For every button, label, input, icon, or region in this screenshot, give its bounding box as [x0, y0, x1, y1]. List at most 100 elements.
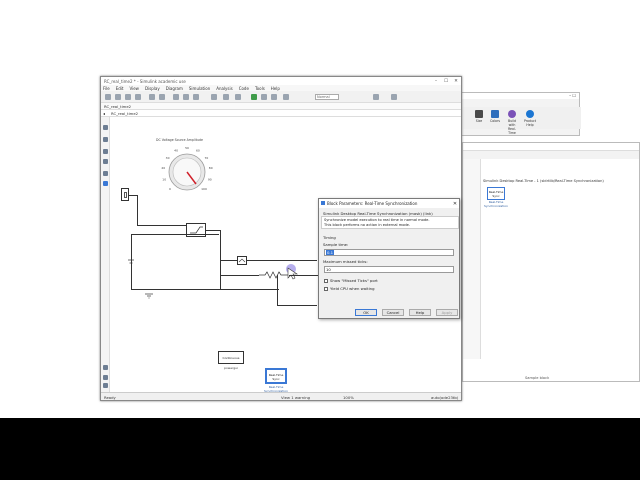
yield-cpu-checkbox[interactable]: Yield CPU when waiting — [324, 286, 374, 291]
image-icon[interactable] — [103, 181, 108, 186]
signal-icon[interactable] — [373, 94, 379, 100]
record-icon[interactable] — [283, 94, 289, 100]
library-tree-panel[interactable] — [463, 159, 481, 359]
knob-tick-label: 30 — [166, 156, 170, 160]
library-rts-label: Real-Time Synchronization — [483, 200, 509, 208]
knob-input-icon — [124, 192, 127, 198]
redo-icon[interactable] — [159, 94, 165, 100]
library-toolbar: Size Colors Build with Real-Time Product… — [461, 107, 581, 135]
help-button[interactable]: Help — [409, 309, 431, 316]
powergui-mode-text: Continuous — [222, 356, 240, 360]
open-icon[interactable] — [115, 94, 121, 100]
status-solver[interactable]: auto(ode23tb) — [431, 395, 458, 400]
powergui-label: powergui — [224, 366, 238, 370]
new-model-icon[interactable] — [105, 94, 111, 100]
menu-edit[interactable]: Edit — [116, 86, 124, 91]
knob-tick-label: 50 — [185, 146, 189, 150]
menu-display[interactable]: Display — [145, 86, 160, 91]
knob-tick-label: 0 — [169, 187, 171, 191]
breadcrumb[interactable]: RC_real_time2 — [111, 111, 138, 116]
menu-tools[interactable]: Tools — [255, 86, 265, 91]
knob-input-block[interactable] — [121, 188, 129, 201]
cancel-button[interactable]: Cancel — [382, 309, 404, 316]
mouse-cursor-icon — [287, 267, 298, 280]
show-missed-ticks-label: Show "Missed Ticks" port — [330, 278, 378, 283]
sample-time-input[interactable]: 0.1 — [324, 249, 454, 256]
size-button[interactable]: Size — [473, 110, 485, 123]
menu-simulation[interactable]: Simulation — [189, 86, 210, 91]
menu-analysis[interactable]: Analysis — [216, 86, 232, 91]
show-missed-ticks-checkbox[interactable]: Show "Missed Ticks" port — [324, 278, 378, 283]
forward-icon[interactable] — [183, 94, 189, 100]
save-icon[interactable] — [125, 94, 131, 100]
build-real-time-button[interactable]: Build with Real-Time — [505, 110, 519, 135]
knob-dashboard-block[interactable]: 0 10 20 30 40 50 60 70 80 90 100 — [155, 141, 219, 201]
minimize-icon[interactable]: – — [431, 79, 441, 84]
hide-palette-icon[interactable] — [103, 383, 108, 388]
library-tree-header[interactable]: Simulink Desktop Real-Time - 1 (sldrtlib… — [483, 179, 604, 183]
colors-button[interactable]: Colors — [489, 110, 501, 123]
max-missed-input[interactable]: 10 — [324, 266, 454, 273]
real-time-sync-block[interactable]: Real-Time Sync — [265, 368, 287, 384]
model-tab-row: RC_real_time2 — [101, 103, 461, 110]
stop-icon[interactable] — [271, 94, 277, 100]
menu-file[interactable]: File — [103, 86, 110, 91]
tab-model[interactable]: RC_real_time2 — [104, 104, 131, 109]
build-model-icon[interactable] — [391, 94, 397, 100]
fit-view-icon[interactable] — [103, 137, 108, 142]
ok-button[interactable]: OK — [355, 309, 377, 316]
back-arrow-icon[interactable]: ◂ — [103, 111, 105, 116]
explorer-bar-icon[interactable] — [103, 375, 108, 380]
run-icon[interactable] — [251, 94, 257, 100]
ground-icon[interactable] — [144, 293, 154, 300]
block-parameters-dialog: Block Parameters: Real-Time Synchronizat… — [318, 198, 460, 319]
product-help-button[interactable]: Product Help — [523, 110, 537, 127]
window-title: RC_real_time2 * - Simulink academic use — [104, 78, 186, 84]
library-browser-icon[interactable] — [211, 94, 217, 100]
annotation-icon[interactable] — [103, 171, 108, 176]
screenshot-icon[interactable] — [103, 365, 108, 370]
colors-icon — [491, 110, 499, 118]
model-config-icon[interactable] — [223, 94, 229, 100]
description-line-2: This block performs no action in externa… — [324, 223, 411, 227]
status-warning[interactable]: View 1 warning — [281, 395, 310, 400]
desktop: – ☐ Size Colors Build with Real-Time Pro… — [0, 0, 640, 418]
dialog-titlebar: Block Parameters: Real-Time Synchronizat… — [319, 199, 459, 208]
menu-code[interactable]: Code — [239, 86, 249, 91]
sample-time-label: Sample time: — [323, 242, 349, 247]
sensor-icon — [238, 258, 246, 263]
menu-diagram[interactable]: Diagram — [166, 86, 183, 91]
powergui-block[interactable]: Continuous — [218, 351, 244, 364]
status-bar: Ready View 1 warning 100% auto(ode23tb) — [101, 392, 461, 400]
close-icon[interactable]: ✕ — [451, 79, 461, 84]
zoom-normal-icon[interactable] — [103, 149, 108, 154]
size-label: Size — [475, 119, 483, 123]
menu-help[interactable]: Help — [271, 86, 280, 91]
close-icon[interactable]: ✕ — [451, 201, 459, 207]
pan-icon[interactable] — [103, 159, 108, 164]
description-box: Synchronize model execution to real time… — [321, 216, 459, 229]
address-bar: ◂ RC_real_time2 — [101, 110, 461, 117]
maximize-icon[interactable]: ☐ — [441, 79, 451, 84]
print-icon[interactable] — [135, 94, 141, 100]
wire — [131, 289, 279, 290]
up-icon[interactable] — [193, 94, 199, 100]
max-missed-value: 10 — [326, 267, 331, 272]
undo-icon[interactable] — [149, 94, 155, 100]
step-icon[interactable] — [261, 94, 267, 100]
wire — [220, 275, 259, 276]
wire — [277, 305, 317, 306]
resistor-icon[interactable] — [259, 271, 289, 279]
back-icon[interactable] — [173, 94, 179, 100]
simulation-mode-select[interactable]: Normal — [315, 94, 339, 100]
apply-button[interactable]: Apply — [436, 309, 458, 316]
zoom-icon[interactable] — [103, 125, 108, 130]
voltage-sensor-block[interactable] — [237, 256, 247, 265]
wire — [137, 195, 138, 225]
wire — [206, 230, 220, 231]
library-rts-block[interactable]: Real-Time Sync — [487, 187, 505, 200]
window-controls[interactable]: – ☐ — [461, 93, 579, 99]
description-line-1: Synchronize model execution to real time… — [324, 218, 430, 222]
menu-view[interactable]: View — [129, 86, 139, 91]
model-explorer-icon[interactable] — [235, 94, 241, 100]
